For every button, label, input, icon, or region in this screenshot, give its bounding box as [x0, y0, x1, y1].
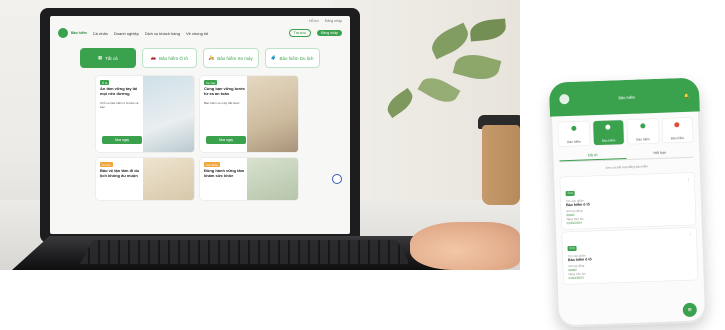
- motorbike-icon: 🛵: [208, 55, 215, 60]
- tab-label: Tất cả: [105, 55, 118, 61]
- tab-label: Bảo hiểm Ô tô: [159, 55, 188, 61]
- status-dot-icon: [571, 125, 577, 131]
- card-badge: Du lịch: [100, 162, 113, 167]
- product-cards: Ô tô An tâm vững tay lái mọi nẻo đường C…: [50, 74, 350, 200]
- quick-action-label: Bảo hiểm: [670, 135, 685, 141]
- card-title: Đồng hành vững tâm khám sức khỏe: [204, 168, 245, 178]
- site-logo[interactable]: Bảo hiểm: [58, 28, 87, 38]
- bell-icon[interactable]: 🔔: [684, 92, 689, 97]
- policy-card[interactable]: ⋮ Ô tô Tên sản phẩm Bảo hiểm ô tô Số hợp…: [560, 172, 696, 230]
- card-title: Cùng bạn vững bước từ xa an toàn: [204, 86, 246, 96]
- product-card[interactable]: Sức khỏe Đồng hành vững tâm khám sức khỏ…: [200, 158, 298, 200]
- product-card[interactable]: Du lịch Bảo vệ tận tâm đi du lịch không …: [96, 158, 194, 200]
- card-photo: [143, 158, 194, 200]
- policy-card[interactable]: ⋮ Ô tô Tên sản phẩm Bảo hiểm ô tô Số hợp…: [562, 227, 698, 285]
- tab-all[interactable]: ▦ Tất cả: [80, 48, 136, 68]
- tree-logo-icon: [559, 93, 570, 105]
- card-photo: [247, 76, 298, 152]
- card-badge: Sức khỏe: [204, 162, 220, 167]
- quick-actions: Bảo hiểm Bảo hiểm Bảo hiểm Bảo hiểm: [550, 111, 701, 150]
- status-dot-icon: [674, 122, 680, 128]
- card-photo: [247, 158, 298, 200]
- more-icon[interactable]: ⋮: [688, 232, 692, 237]
- chat-icon[interactable]: [332, 174, 342, 184]
- quick-action[interactable]: Bảo hiểm: [558, 121, 590, 147]
- user-hand: [410, 222, 520, 270]
- card-photo: [143, 76, 194, 152]
- nav-item[interactable]: Về chúng tôi: [186, 31, 208, 36]
- nav-item[interactable]: Dịch vụ khách hàng: [145, 31, 180, 36]
- menu-fab-icon[interactable]: ≡: [682, 302, 698, 318]
- tree-logo-icon: [58, 28, 68, 38]
- tab-label: Bảo hiểm Du lịch: [279, 55, 314, 61]
- topbar-link[interactable]: Đăng nhập: [325, 19, 342, 23]
- card-desc: Bảo hiểm xe máy bắt buộc: [204, 101, 240, 105]
- luggage-icon: 🧳: [270, 55, 277, 60]
- quick-action[interactable]: Bảo hiểm: [592, 120, 624, 146]
- card-badge: Ô tô: [100, 80, 110, 85]
- quick-action-label: Bảo hiểm: [601, 138, 616, 143]
- buy-now-button[interactable]: Mua ngay: [206, 136, 246, 144]
- site-topbar: Hỗ trợ Đăng nhập: [50, 16, 350, 26]
- office-photo: Hỗ trợ Đăng nhập Bảo hiểm Cá nhân Doanh …: [0, 0, 520, 270]
- card-desc: Chủ xe bảo hiểm ô tô bảo vệ bạn: [100, 101, 139, 109]
- tab-motorbike[interactable]: 🛵 Bảo hiểm Xe máy: [203, 48, 259, 68]
- quick-action-label: Bảo hiểm: [636, 137, 650, 142]
- segment-expired[interactable]: Hết hạn: [626, 148, 693, 159]
- policy-tag: Ô tô: [567, 245, 577, 251]
- nav-item[interactable]: Doanh nghiệp: [114, 31, 139, 36]
- status-dot-icon: [605, 124, 611, 130]
- product-card[interactable]: Ô tô An tâm vững tay lái mọi nẻo đường C…: [96, 76, 194, 152]
- tab-travel[interactable]: 🧳 Bảo hiểm Du lịch: [264, 48, 320, 68]
- coffee-cup: [482, 125, 520, 205]
- quick-action[interactable]: Bảo hiểm: [627, 118, 659, 144]
- phone-mockup: Bảo hiểm 🔔 Bảo hiểm Bảo hiểm Bảo hiểm Bả…: [548, 77, 708, 328]
- quick-action[interactable]: Bảo hiểm: [661, 117, 693, 143]
- card-title: An tâm vững tay lái mọi nẻo đường: [100, 86, 138, 96]
- laptop-screen: Hỗ trợ Đăng nhập Bảo hiểm Cá nhân Doanh …: [50, 16, 350, 234]
- more-icon[interactable]: ⋮: [686, 177, 690, 182]
- status-dot-icon: [640, 123, 646, 129]
- brand-name: Bảo hiểm: [71, 31, 87, 35]
- tab-label: Bảo hiểm Xe máy: [217, 55, 253, 61]
- product-tabs: ▦ Tất cả 🚗 Bảo hiểm Ô tô 🛵 Bảo hiểm Xe m…: [50, 40, 350, 74]
- marketing-composite: Hỗ trợ Đăng nhập Bảo hiểm Cá nhân Doanh …: [0, 0, 725, 330]
- buy-now-button[interactable]: Mua ngay: [102, 136, 142, 144]
- topbar-link[interactable]: Hỗ trợ: [309, 19, 319, 23]
- car-icon: 🚗: [150, 55, 157, 60]
- grid-icon: ▦: [97, 55, 103, 60]
- policy-tag: Ô tô: [565, 190, 576, 196]
- product-card[interactable]: Xe máy Cùng bạn vững bước từ xa an toàn …: [200, 76, 298, 152]
- nav-item[interactable]: Cá nhân: [93, 31, 108, 36]
- login-button[interactable]: Đăng nhập: [316, 30, 342, 36]
- quick-action-label: Bảo hiểm: [567, 139, 581, 145]
- segment-active[interactable]: Đã có: [559, 150, 627, 162]
- card-title: Bảo vệ tận tâm đi du lịch không âu muộn: [100, 168, 140, 178]
- app-title: Bảo hiểm: [618, 94, 636, 100]
- card-badge: Xe máy: [204, 80, 218, 85]
- laptop-keyboard: [80, 240, 410, 264]
- tab-car[interactable]: 🚗 Bảo hiểm Ô tô: [141, 48, 197, 68]
- site-nav: Bảo hiểm Cá nhân Doanh nghiệp Dịch vụ kh…: [50, 26, 350, 40]
- lookup-button[interactable]: Tra cứu: [288, 29, 311, 37]
- app-header: Bảo hiểm 🔔: [548, 77, 700, 117]
